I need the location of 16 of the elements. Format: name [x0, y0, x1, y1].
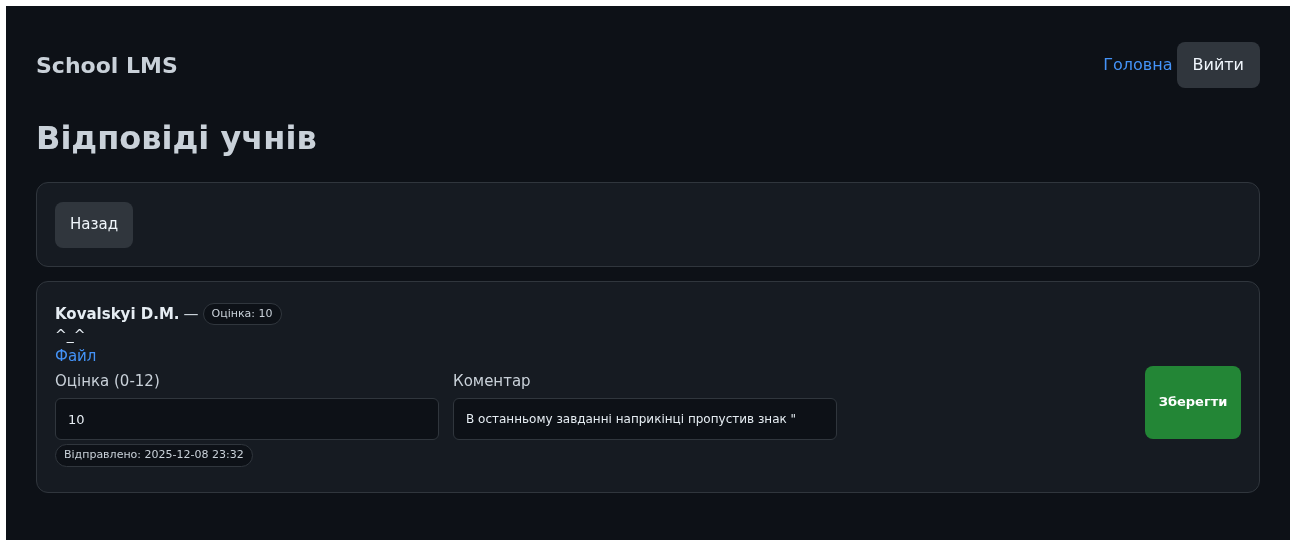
- answer-text: ^_^: [55, 326, 87, 344]
- page-title: Відповіді учнів: [36, 118, 318, 159]
- home-link[interactable]: Головна: [1103, 53, 1173, 77]
- logout-button[interactable]: Вийти: [1176, 42, 1260, 88]
- comment-label: Коментар: [453, 371, 532, 392]
- back-button[interactable]: Назад: [55, 201, 133, 248]
- dash-separator: —: [183, 303, 199, 325]
- file-link[interactable]: Файл: [55, 346, 97, 366]
- save-button[interactable]: Зберегти: [1145, 365, 1241, 439]
- grade-input[interactable]: 10: [55, 398, 439, 440]
- comment-input[interactable]: В останньому завданні наприкінці пропустив знак ": [453, 398, 837, 440]
- brand-title: School LMS: [36, 51, 178, 80]
- sent-date-badge: Відправлено: 2025-12-08 23:32: [55, 444, 253, 467]
- grade-badge: Оцінка: 10: [202, 302, 282, 326]
- student-name: Kovalskyi D.M.: [55, 303, 180, 325]
- grade-label: Оцінка (0-12): [55, 371, 161, 392]
